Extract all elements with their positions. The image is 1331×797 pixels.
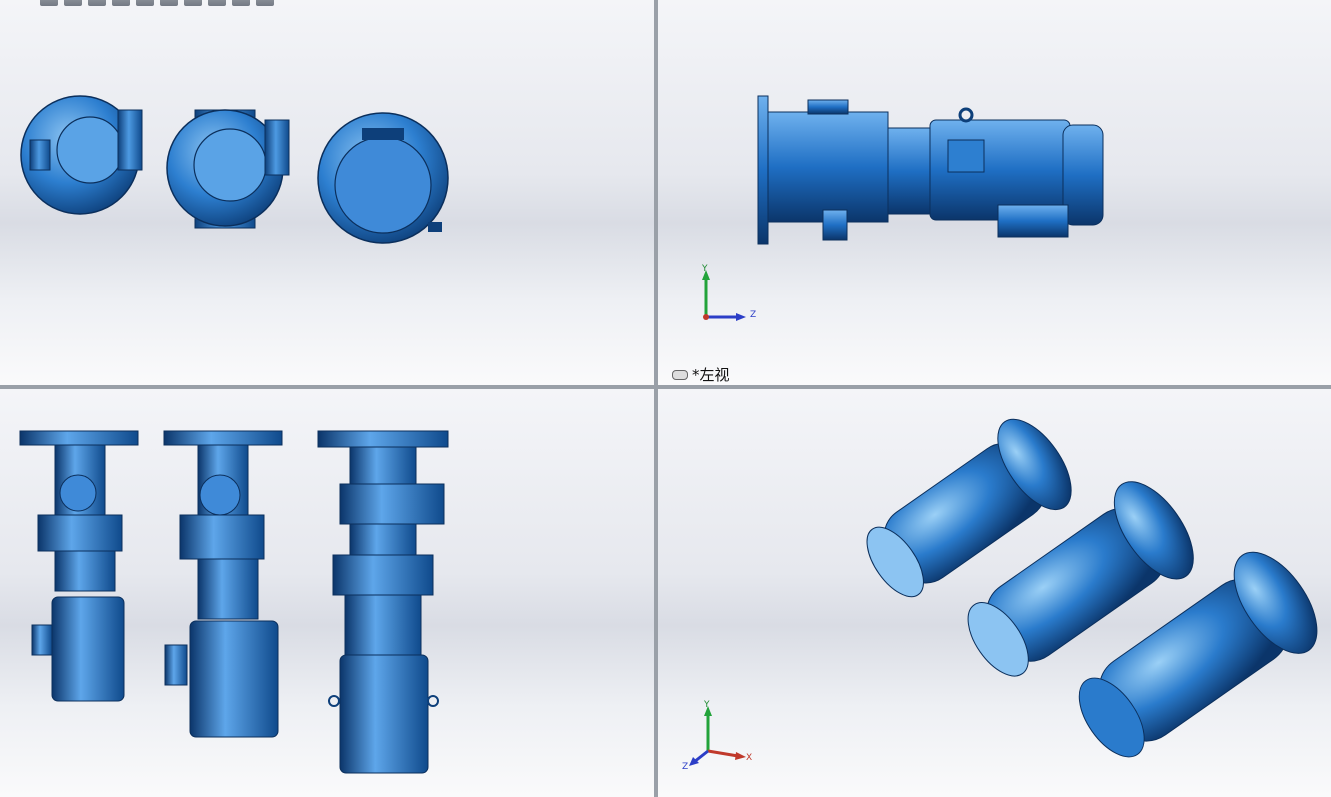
view-name-label: *左视 — [672, 364, 730, 385]
view-name-text: *左视 — [692, 366, 730, 384]
coordinate-triad: Y Z — [701, 264, 756, 321]
pump-vertical-3 — [317, 430, 449, 774]
pump-front-1 — [20, 95, 143, 215]
coordinate-triad-iso: Y X Z — [682, 700, 752, 771]
triad-iso-x-label: X — [746, 753, 752, 763]
left-view-viewport[interactable]: Y Z *左视 — [658, 0, 1331, 385]
pump-front-2 — [166, 109, 290, 229]
isometric-viewport[interactable]: Y X Z — [658, 389, 1331, 797]
triad-z-label: Z — [750, 310, 756, 320]
pump-models-top — [19, 430, 449, 774]
pump-vertical-2 — [163, 430, 283, 738]
triad-iso-y-label: Y — [703, 700, 710, 710]
triad-iso-z-label: Z — [682, 762, 688, 771]
top-view-viewport[interactable] — [0, 389, 654, 797]
triad-y-label: Y — [701, 264, 708, 274]
front-view-viewport[interactable] — [0, 0, 654, 385]
pump-front-3 — [317, 112, 449, 244]
link-views-icon[interactable] — [672, 369, 688, 380]
pump-vertical-1 — [19, 430, 139, 702]
pump-models-front — [20, 95, 449, 244]
